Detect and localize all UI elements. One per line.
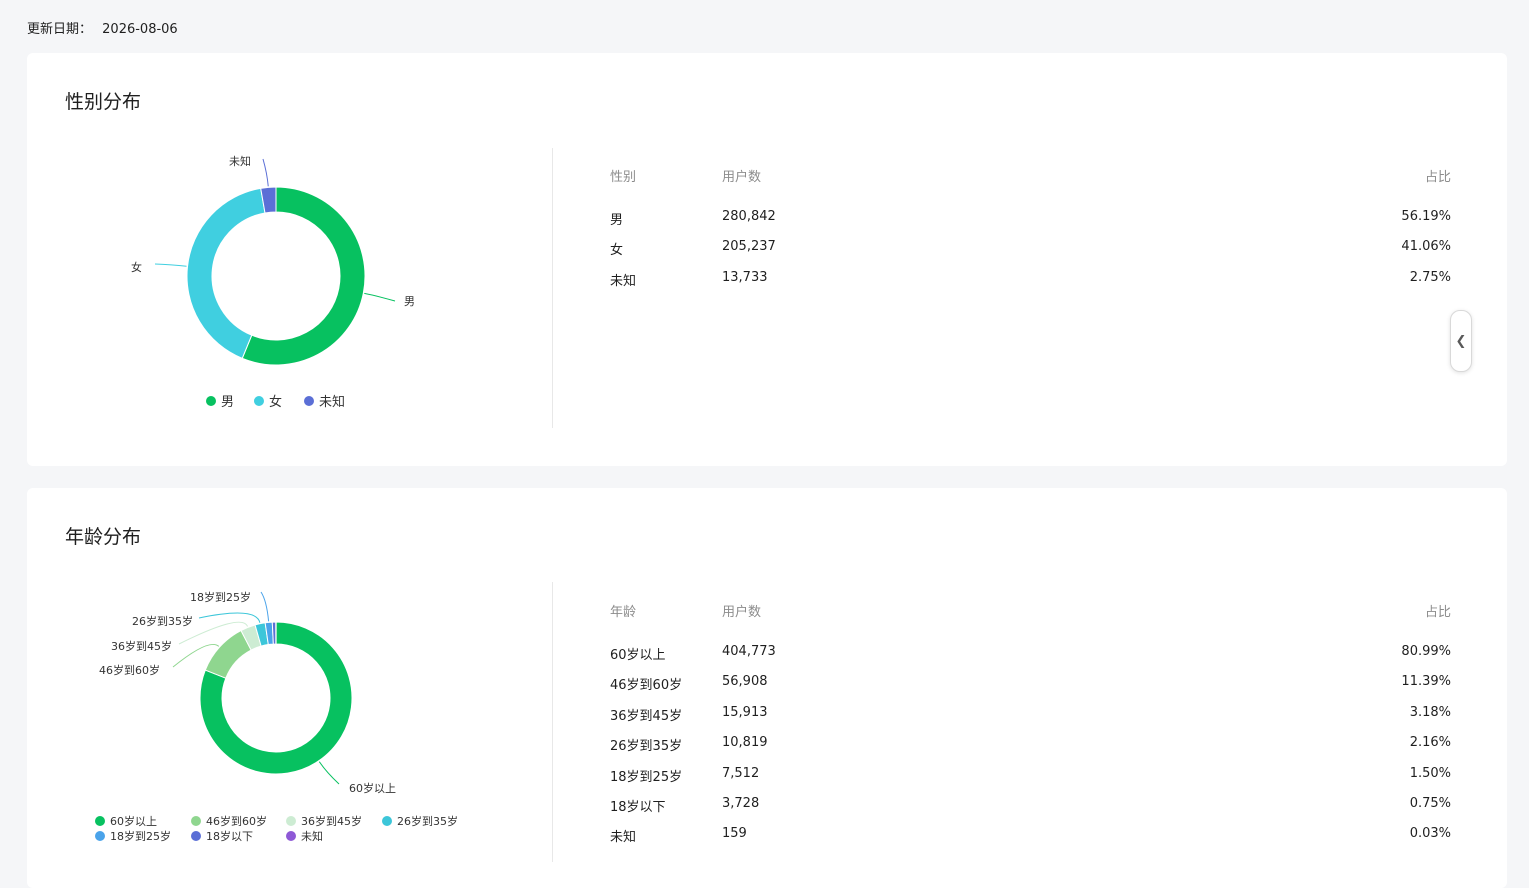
gender-ratio-cell: 41.06% <box>1401 239 1451 254</box>
donut-slice-5[interactable] <box>272 622 276 644</box>
slice-label-0: 60岁以上 <box>349 781 396 795</box>
age-users-cell: 3,728 <box>722 796 759 811</box>
age-users-cell: 15,913 <box>722 705 768 720</box>
table-row: 女 205,237 41.06% <box>610 239 1451 259</box>
gender-table: 性别 用户数 占比 男 280,842 56.19% 女 205,237 41.… <box>610 166 1451 296</box>
legend-marker-0[interactable] <box>95 816 105 826</box>
update-date-value: 2026-08-06 <box>102 22 178 37</box>
table-row: 60岁以上 404,773 80.99% <box>610 644 1451 664</box>
legend-marker-2[interactable] <box>304 396 314 406</box>
leader-line-0 <box>319 762 339 784</box>
gender-donut-chart: 男女未知男女未知 <box>27 53 552 466</box>
legend-label-2[interactable]: 36岁到45岁 <box>301 814 362 828</box>
age-ratio-cell: 0.75% <box>1410 796 1451 811</box>
legend-marker-0[interactable] <box>206 396 216 406</box>
gender-name-cell: 女 <box>610 239 623 258</box>
legend-label-2[interactable]: 未知 <box>319 394 345 410</box>
slice-label-4: 18岁到25岁 <box>190 590 251 604</box>
update-date-label: 更新日期： <box>27 22 92 37</box>
legend-label-1[interactable]: 女 <box>269 394 282 410</box>
table-row: 46岁到60岁 56,908 11.39% <box>610 674 1451 694</box>
age-users-col-header: 用户数 <box>722 601 761 620</box>
gender-distribution-card: 性别分布 男女未知男女未知 性别 用户数 占比 男 280,842 56.19%… <box>27 53 1507 466</box>
legend-marker-1[interactable] <box>191 816 201 826</box>
table-row: 未知 13,733 2.75% <box>610 270 1451 290</box>
age-users-cell: 404,773 <box>722 644 776 659</box>
legend-label-6[interactable]: 未知 <box>301 829 323 843</box>
legend-label-1[interactable]: 46岁到60岁 <box>206 814 267 828</box>
gender-ratio-cell: 56.19% <box>1401 209 1451 224</box>
slice-label-2: 未知 <box>229 154 251 168</box>
legend-marker-1[interactable] <box>254 396 264 406</box>
gender-ratio-cell: 2.75% <box>1410 270 1451 285</box>
age-ratio-cell: 11.39% <box>1401 674 1451 689</box>
leader-line-1 <box>155 264 187 266</box>
gender-col-header: 性别 <box>610 166 636 185</box>
age-name-cell: 未知 <box>610 826 636 845</box>
age-table: 年龄 用户数 占比 60岁以上 404,773 80.99% 46岁到60岁 5… <box>610 601 1451 861</box>
gender-divider <box>552 148 553 428</box>
legend-marker-4[interactable] <box>95 831 105 841</box>
gender-name-cell: 男 <box>610 209 623 228</box>
side-panel-toggle-button[interactable]: ❮ <box>1450 310 1472 372</box>
table-row: 36岁到45岁 15,913 3.18% <box>610 705 1451 725</box>
gender-name-cell: 未知 <box>610 270 636 289</box>
age-ratio-col-header: 占比 <box>1425 601 1451 620</box>
age-ratio-cell: 0.03% <box>1410 826 1451 841</box>
age-users-cell: 56,908 <box>722 674 768 689</box>
gender-users-cell: 13,733 <box>722 270 768 285</box>
update-date-line: 更新日期： 2026-08-06 <box>27 18 178 37</box>
age-distribution-card: 年龄分布 60岁以上46岁到60岁36岁到45岁26岁到35岁18岁到25岁60… <box>27 488 1507 888</box>
leader-line-3 <box>199 613 260 623</box>
age-users-cell: 7,512 <box>722 766 759 781</box>
age-users-cell: 159 <box>722 826 747 841</box>
age-donut-chart: 60岁以上46岁到60岁36岁到45岁26岁到35岁18岁到25岁60岁以上46… <box>27 488 552 874</box>
age-ratio-cell: 1.50% <box>1410 766 1451 781</box>
gender-users-cell: 205,237 <box>722 239 776 254</box>
age-divider <box>552 582 553 862</box>
leader-line-4 <box>261 592 269 621</box>
slice-label-0: 男 <box>404 295 415 308</box>
table-row: 18岁以下 3,728 0.75% <box>610 796 1451 816</box>
table-row: 未知 159 0.03% <box>610 826 1451 846</box>
gender-table-header: 性别 用户数 占比 <box>610 166 1451 186</box>
slice-label-2: 36岁到45岁 <box>111 639 172 653</box>
legend-label-0[interactable]: 男 <box>221 395 234 410</box>
legend-marker-3[interactable] <box>382 816 392 826</box>
age-name-cell: 26岁到35岁 <box>610 735 682 754</box>
legend-marker-5[interactable] <box>191 831 201 841</box>
leader-line-2 <box>263 159 268 186</box>
slice-label-1: 女 <box>131 260 142 274</box>
table-row: 26岁到35岁 10,819 2.16% <box>610 735 1451 755</box>
gender-ratio-col-header: 占比 <box>1425 166 1451 185</box>
legend-marker-6[interactable] <box>286 831 296 841</box>
slice-label-3: 26岁到35岁 <box>132 614 193 628</box>
legend-label-5[interactable]: 18岁以下 <box>206 829 253 843</box>
age-ratio-cell: 3.18% <box>1410 705 1451 720</box>
age-name-cell: 36岁到45岁 <box>610 705 682 724</box>
gender-users-cell: 280,842 <box>722 209 776 224</box>
age-name-cell: 60岁以上 <box>610 644 666 663</box>
age-users-cell: 10,819 <box>722 735 768 750</box>
age-ratio-cell: 2.16% <box>1410 735 1451 750</box>
age-name-cell: 18岁到25岁 <box>610 766 682 785</box>
age-name-cell: 46岁到60岁 <box>610 674 682 693</box>
legend-marker-2[interactable] <box>286 816 296 826</box>
table-row: 18岁到25岁 7,512 1.50% <box>610 766 1451 786</box>
legend-label-3[interactable]: 26岁到35岁 <box>397 814 458 828</box>
leader-line-0 <box>364 293 395 301</box>
legend-label-0[interactable]: 60岁以上 <box>110 814 157 828</box>
donut-slice-1[interactable] <box>187 188 265 358</box>
age-col-header: 年龄 <box>610 601 636 620</box>
slice-label-1: 46岁到60岁 <box>99 663 160 677</box>
age-table-header: 年龄 用户数 占比 <box>610 601 1451 621</box>
table-row: 男 280,842 56.19% <box>610 209 1451 229</box>
age-name-cell: 18岁以下 <box>610 796 666 815</box>
age-ratio-cell: 80.99% <box>1401 644 1451 659</box>
gender-users-col-header: 用户数 <box>722 166 761 185</box>
chevron-left-icon: ❮ <box>1456 334 1467 349</box>
legend-label-4[interactable]: 18岁到25岁 <box>110 829 171 843</box>
